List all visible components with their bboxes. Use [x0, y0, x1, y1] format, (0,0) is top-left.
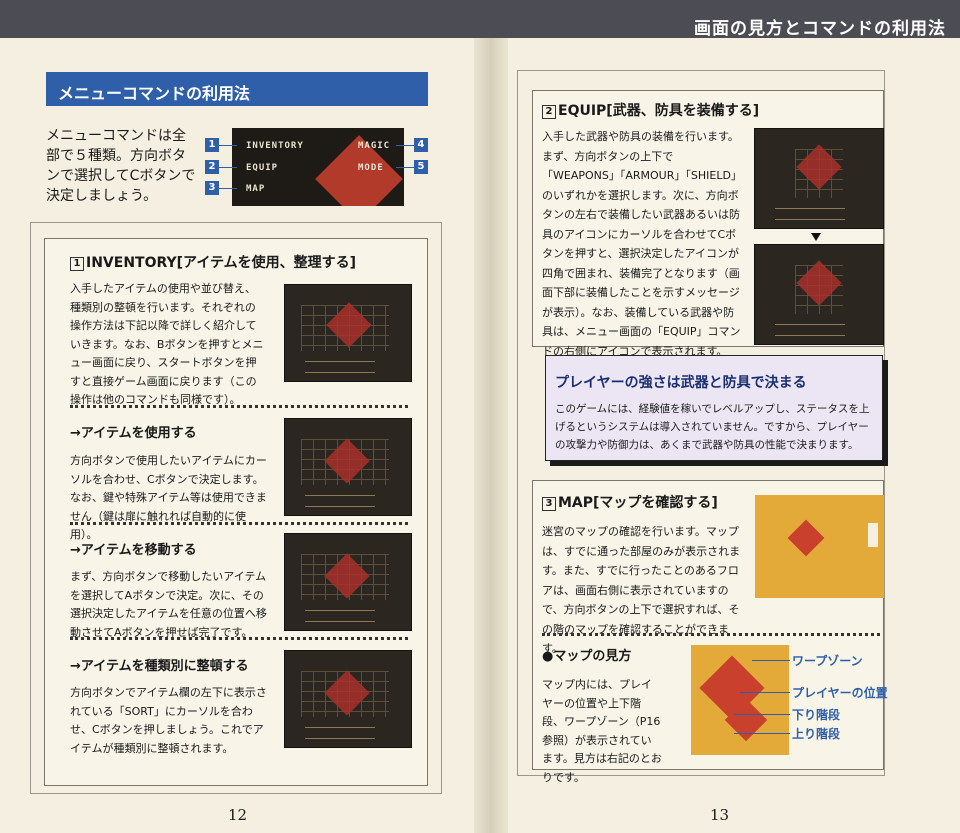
legend-line-warp — [752, 660, 790, 661]
menu-banner: メニューコマンドの利用法 — [46, 72, 428, 106]
callout-line-2 — [219, 167, 237, 168]
menu-callout-4: 4 — [414, 138, 428, 152]
use-item-screenshot — [284, 418, 412, 516]
map-num: 3 — [542, 497, 556, 511]
legend-stairs-up: 上り階段 — [792, 727, 841, 741]
map-view-body: マップ内には、プレイヤーの位置や上下階段、ワープゾーン（P16参照）が表示されて… — [542, 678, 662, 784]
menu-callout-3: 3 — [205, 181, 219, 195]
equip-body: 入手した武器や防具の装備を行います。まず、方向ボタンの上下で「WEAPONS」「… — [542, 130, 742, 358]
menu-intro: メニューコマンドは全部で５種類。方向ボタンで選択してCボタンで決定しましょう。 — [46, 128, 196, 204]
map-body: 迷宮のマップの確認を行います。マップは、すでに通った部屋のみが表示されます。また… — [542, 525, 741, 655]
legend-line-up — [734, 733, 790, 734]
status-panel — [305, 610, 375, 622]
map-title-text: MAP[マップを確認する] — [558, 495, 718, 511]
legend-stairs-down: 下り階段 — [792, 708, 841, 722]
equip-title-text: EQUIP[武器、防具を装備する] — [558, 103, 760, 119]
legend-warp-zone: ワープゾーン — [792, 654, 863, 668]
status-panel — [305, 727, 375, 739]
floor-selector — [868, 523, 878, 547]
sort-item-body: 方向ボタンでアイテム欄の左下に表示されている「SORT」にカーソルを合わせ、Cボ… — [70, 686, 267, 755]
map-title: 3 MAP[マップを確認する] — [542, 492, 718, 512]
menu-option-map: MAP — [246, 184, 266, 194]
menu-option-magic: MAGIC — [358, 141, 391, 151]
page-header-title: 画面の見方とコマンドの利用法 — [694, 19, 946, 39]
status-panel — [775, 208, 845, 220]
explored-rooms — [787, 519, 825, 557]
menu-callout-5: 5 — [414, 160, 428, 174]
strength-note-title: プレイヤーの強さは武器と防具で決まる — [555, 375, 807, 391]
dotted-divider — [542, 633, 880, 636]
menu-option-mode: MODE — [358, 163, 384, 173]
callout-line-5 — [396, 167, 414, 168]
menu-option-inventory: INVENTORY — [246, 141, 304, 151]
strength-note-body: このゲームには、経験値を稼いでレベルアップし、ステータスを上げるというシステムは… — [555, 403, 870, 451]
use-item-body: 方向ボタンで使用したいアイテムにカーソルを合わせ、Cボタンで決定します。なお、鍵… — [70, 454, 267, 541]
equip-num: 2 — [542, 105, 556, 119]
move-item-body: まず、方向ボタンで移動したいアイテムを選択してAボタンで決定。次に、その選択決定… — [70, 570, 267, 639]
move-item-screenshot — [284, 533, 412, 631]
menu-screenshot: INVENTORY EQUIP MAP MAGIC MODE — [232, 128, 404, 206]
menu-callout-2: 2 — [205, 160, 219, 174]
dotted-divider — [70, 522, 408, 525]
callout-line-3 — [219, 188, 237, 189]
legend-line-player — [740, 692, 790, 693]
sort-item-screenshot — [284, 650, 412, 748]
menu-option-equip: EQUIP — [246, 163, 279, 173]
use-item-title: →アイテムを使用する — [70, 426, 197, 441]
legend-player-position: プレイヤーの位置 — [792, 686, 888, 700]
menu-callout-1: 1 — [205, 138, 219, 152]
status-panel — [305, 495, 375, 507]
dotted-divider — [70, 405, 408, 408]
dotted-divider — [70, 637, 408, 640]
equip-title: 2 EQUIP[武器、防具を装備する] — [542, 100, 759, 120]
strength-note-box: プレイヤーの強さは武器と防具で決まる このゲームには、経験値を稼いでレベルアップ… — [545, 355, 883, 461]
callout-line-4 — [396, 145, 414, 146]
inventory-num: 1 — [70, 257, 84, 271]
map-view-title: ●マップの見方 — [542, 649, 632, 664]
inventory-title-text: INVENTORY[アイテムを使用、整理する] — [86, 255, 357, 271]
inventory-body: 入手したアイテムの使用や並び替え、種類別の整頓を行います。それぞれの操作方法は下… — [70, 282, 264, 406]
status-panel — [305, 361, 375, 373]
equip-screenshot-before — [754, 128, 884, 229]
status-panel — [775, 324, 845, 336]
page-gutter — [474, 38, 508, 833]
callout-line-1 — [219, 145, 237, 146]
inventory-title: 1 INVENTORY[アイテムを使用、整理する] — [70, 252, 356, 272]
page-number-left: 12 — [228, 806, 248, 824]
page-number-right: 13 — [710, 806, 730, 824]
move-item-title: →アイテムを移動する — [70, 543, 197, 558]
arrow-down-icon — [811, 233, 821, 241]
equip-screenshot-after — [754, 244, 884, 345]
sort-item-title: →アイテムを種類別に整頓する — [70, 659, 249, 674]
map-legend-screenshot — [691, 645, 789, 755]
legend-line-down — [734, 714, 790, 715]
map-screenshot — [755, 495, 884, 598]
inventory-screenshot — [284, 284, 412, 382]
